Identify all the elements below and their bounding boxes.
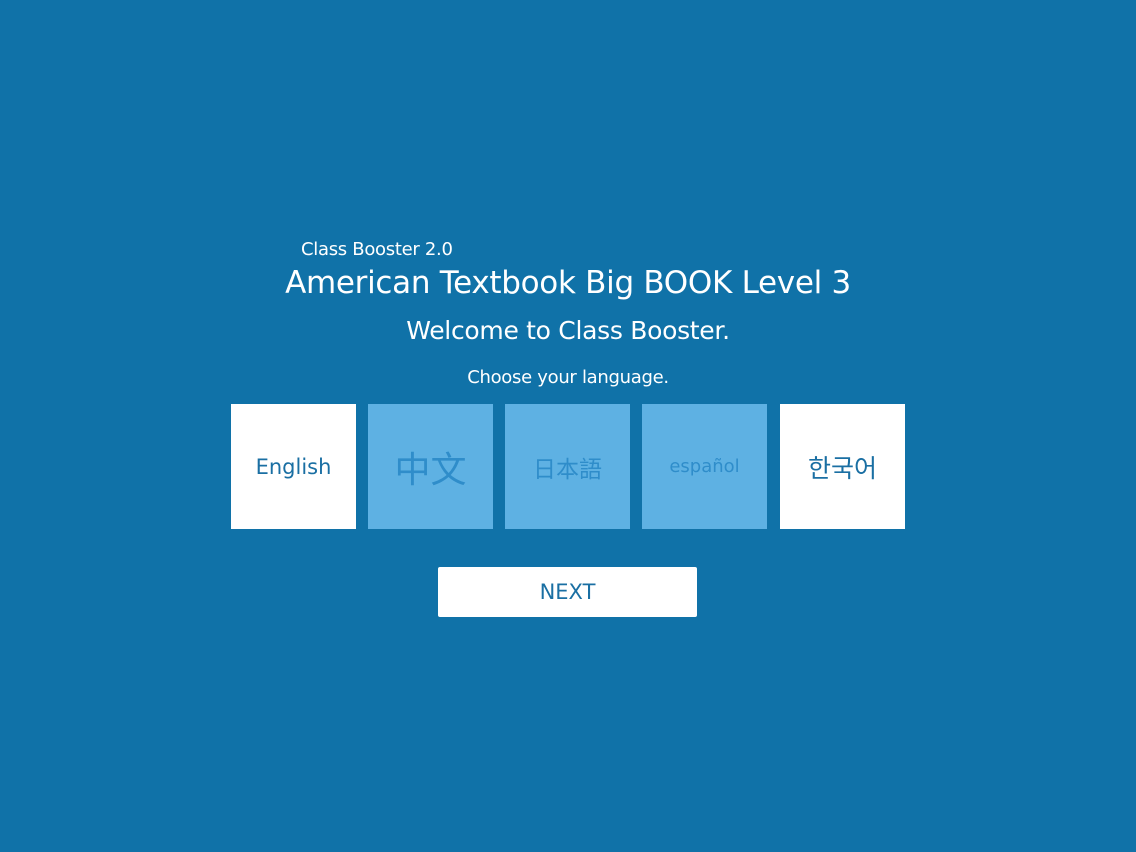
app-version-label: Class Booster 2.0	[301, 239, 453, 260]
language-selection-screen: Class Booster 2.0 American Textbook Big …	[0, 0, 1136, 852]
language-prompt: Choose your language.	[467, 367, 669, 388]
language-option-japanese[interactable]: 日本語	[505, 404, 630, 529]
language-option-label: 中文	[394, 449, 467, 491]
language-options: English 中文 日本語 español 한국어	[231, 404, 906, 529]
language-option-korean[interactable]: 한국어	[780, 404, 905, 529]
language-option-label: 日本語	[533, 456, 602, 483]
language-option-label: English	[255, 454, 332, 479]
welcome-message: Welcome to Class Booster.	[406, 316, 730, 345]
next-button[interactable]: NEXT	[438, 567, 697, 617]
language-option-spanish[interactable]: español	[642, 404, 767, 529]
language-option-english[interactable]: English	[231, 404, 356, 529]
language-option-chinese[interactable]: 中文	[368, 404, 493, 529]
page-title: American Textbook Big BOOK Level 3	[285, 265, 851, 301]
language-option-label: español	[669, 456, 740, 477]
language-option-label: 한국어	[807, 453, 877, 483]
